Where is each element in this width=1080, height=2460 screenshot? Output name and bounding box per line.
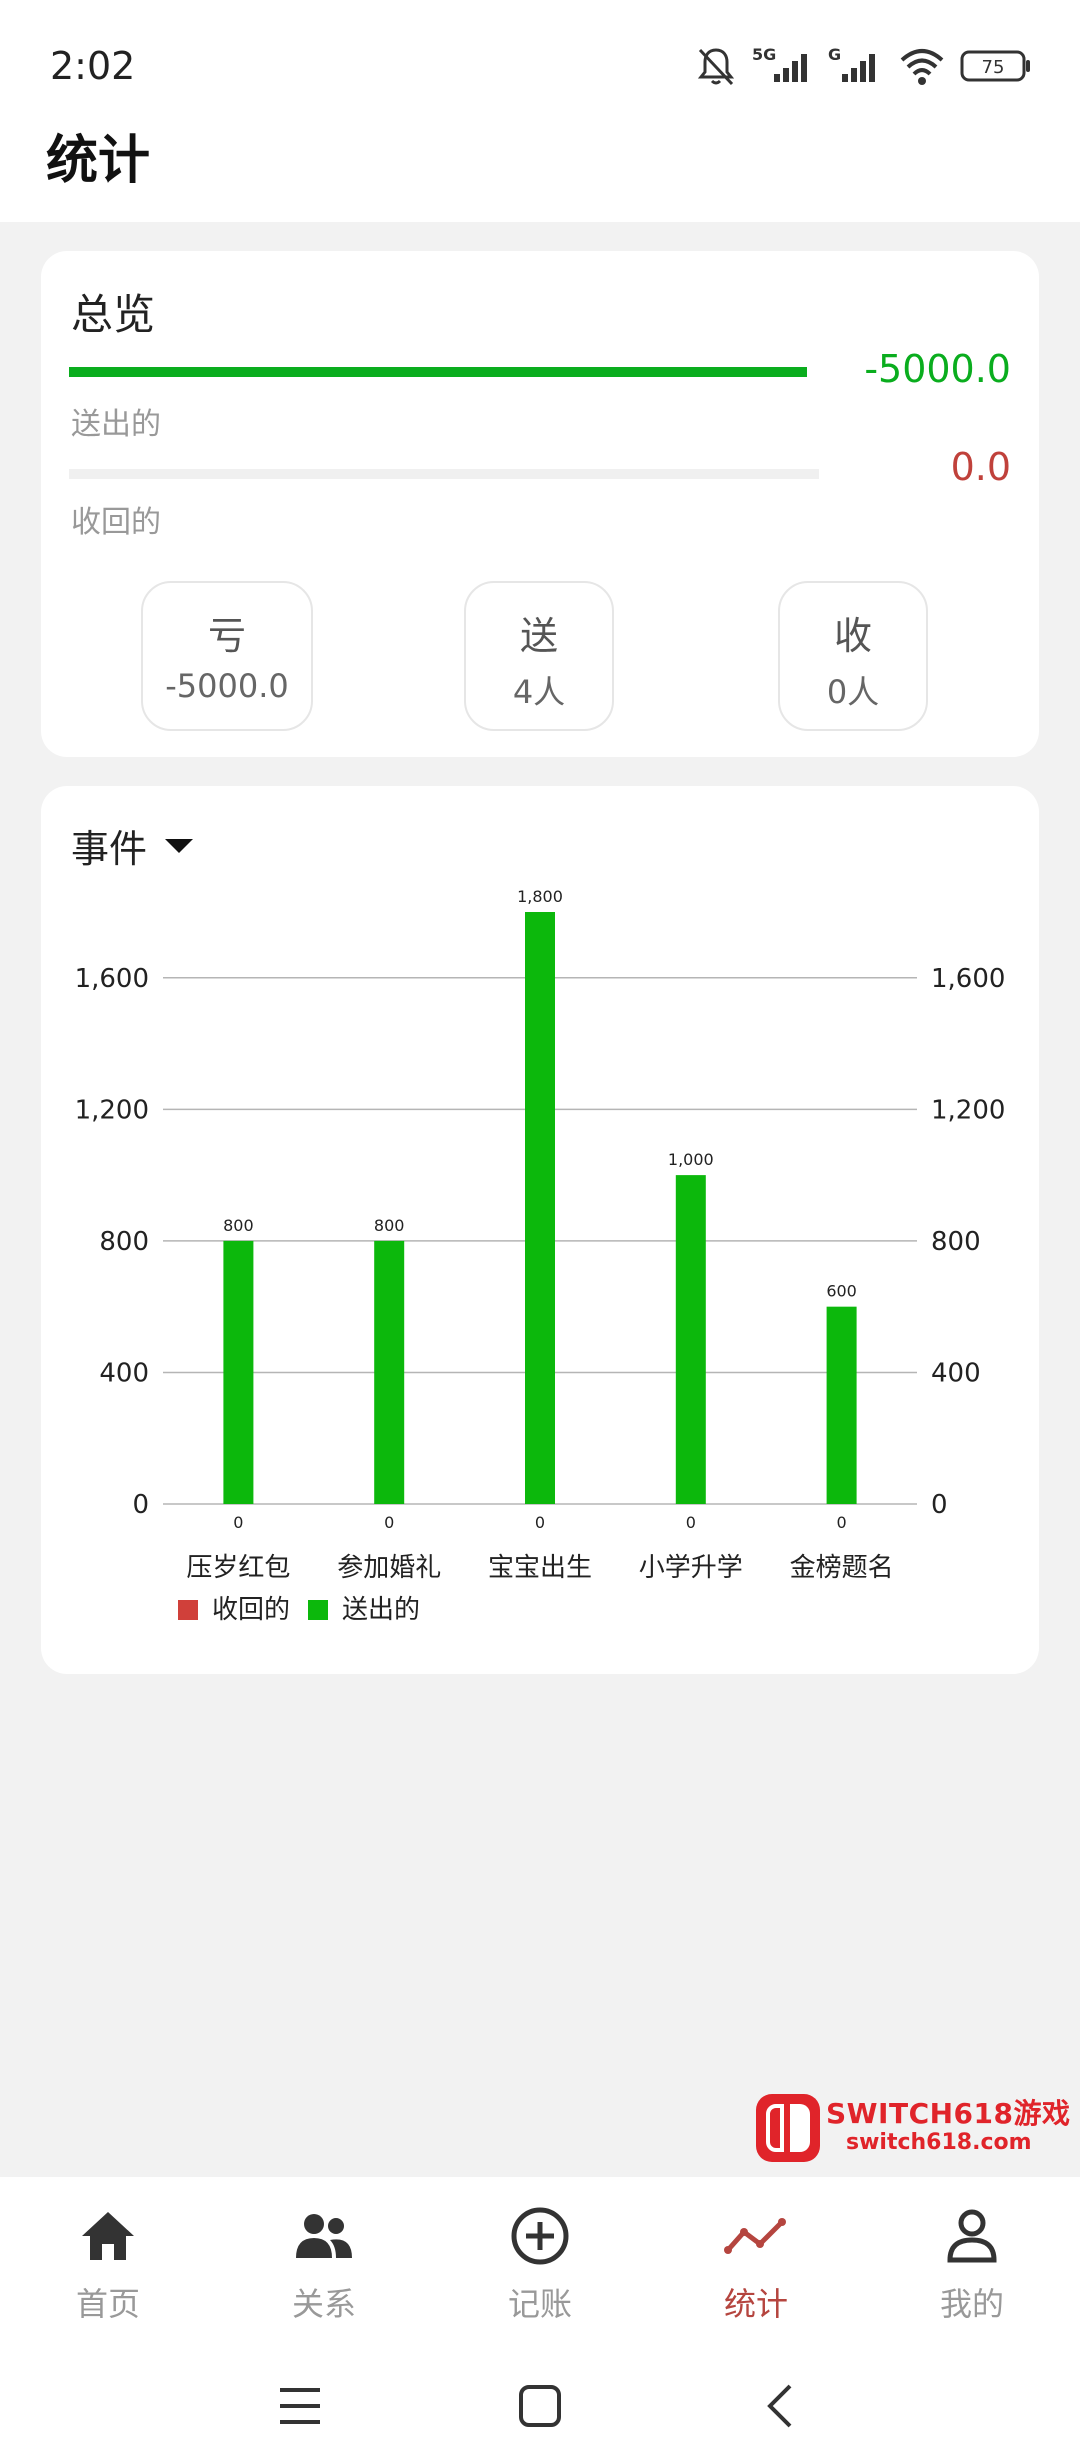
x-category-label: 压岁红包 [186,1553,290,1583]
received-progress-bar [69,469,819,479]
overview-title: 总览 [71,290,156,339]
received-data-label: 0 [837,1513,847,1532]
bar-sent [675,1175,706,1504]
legend-swatch [308,1600,328,1620]
square-icon [519,2385,561,2427]
bottom-navigation: 首页 关系 记账 统计 我的 [0,2177,1080,2460]
x-category-label: 金榜题名 [790,1553,894,1583]
y-tick-label-right: 800 [931,1227,981,1257]
add-circle-icon [460,2201,620,2271]
wifi-icon [900,49,944,85]
event-chart-card: 事件 0 0 400 400 800 800 1,200 1,200 1,600 1,600 800… [41,786,1039,1674]
person-icon [892,2201,1052,2271]
bar-data-label: 1,000 [668,1150,714,1169]
net1-text: 5G [752,45,776,64]
page-title: 统计 [46,131,151,191]
y-tick-label-left: 0 [132,1490,149,1520]
stat-received-value: 0人 [826,673,880,711]
status-time: 2:02 [50,44,136,88]
received-data-label: 0 [233,1513,243,1532]
sent-progress-fill [69,367,807,377]
mute-bell-icon [697,48,735,86]
stat-sent-title: 送 [519,614,558,658]
watermark-line1: SWITCH618游戏 [826,2097,1071,2130]
y-tick-label-right: 1,600 [931,964,1005,994]
net2-text: G [828,45,841,64]
received-data-label: 0 [535,1513,545,1532]
switch-logo-icon [756,2094,820,2162]
stat-sent-box[interactable]: 送 4人 [464,581,614,731]
bar-sent [374,1240,405,1504]
battery-level-text: 75 [982,57,1005,78]
nav-mine-label: 我的 [939,2285,1004,2323]
people-icon [244,2201,404,2271]
top-bar [0,0,1080,222]
battery-icon: 75 [960,50,1030,82]
home-icon [28,2201,188,2271]
nav-relations-label: 关系 [291,2285,356,2323]
signal-5g-icon: 5G [752,45,807,82]
y-tick-label-left: 800 [99,1227,149,1257]
stat-balance-value: -5000.0 [165,667,289,705]
nav-record-label: 记账 [507,2285,572,2323]
back-button[interactable] [735,2375,825,2437]
stat-received-title: 收 [833,614,872,658]
chart-line-icon [676,2201,836,2271]
nav-statistics-label: 统计 [723,2285,788,2323]
y-tick-label-left: 400 [99,1358,149,1388]
sent-label: 送出的 [71,407,161,442]
event-bar-chart: 0 0 400 400 800 800 1,200 1,200 1,600 1,600 800 0 压岁… [75,887,1006,1625]
bar-data-label: 800 [223,1216,254,1235]
received-data-label: 0 [384,1513,394,1532]
x-category-label: 小学升学 [639,1553,743,1583]
watermark: SWITCH618游戏 switch618.com [756,2090,1070,2166]
legend-label: 收回的 [212,1595,290,1625]
bar-data-label: 600 [826,1282,857,1301]
nav-home[interactable]: 首页 [28,2201,188,2325]
x-category-label: 宝宝出生 [488,1553,592,1583]
home-button[interactable] [495,2375,585,2437]
received-data-label: 0 [686,1513,696,1532]
bar-sent [525,912,555,1504]
bar-sent [223,1240,254,1504]
menu-lines-icon [280,2388,320,2424]
nav-home-label: 首页 [75,2285,140,2323]
x-category-label: 参加婚礼 [337,1553,441,1583]
back-chevron-icon [767,2384,792,2428]
y-tick-label-right: 400 [931,1358,981,1388]
received-label: 收回的 [71,505,161,540]
recents-button[interactable] [255,2375,345,2437]
y-tick-label-right: 1,200 [931,1095,1005,1125]
nav-record[interactable]: 记账 [460,2201,620,2325]
legend-swatch [178,1600,198,1620]
y-tick-label-left: 1,200 [75,1095,149,1125]
stat-balance-title: 亏 [207,614,246,658]
nav-statistics[interactable]: 统计 [676,2201,836,2325]
nav-relations[interactable]: 关系 [244,2201,404,2325]
status-icons: 5G G 75 [694,44,1032,88]
sent-total-value: -5000.0 [864,347,1011,391]
signal-g-icon: G [828,45,875,82]
nav-mine[interactable]: 我的 [892,2201,1052,2325]
sent-progress-bar [69,367,807,377]
overview-card: 总览 -5000.0 送出的 0.0 收回的 亏 -5000.0 送 4人 收 … [41,251,1039,757]
received-total-value: 0.0 [950,445,1011,489]
stat-balance-box[interactable]: 亏 -5000.0 [141,581,313,731]
bar-sent [826,1306,857,1504]
y-tick-label-right: 0 [931,1490,948,1520]
y-tick-label-left: 1,600 [75,964,149,994]
bar-data-label: 800 [374,1216,405,1235]
watermark-line2: switch618.com [846,2130,1032,2155]
legend-label: 送出的 [342,1595,420,1625]
bar-data-label: 1,800 [517,887,563,906]
stat-received-box[interactable]: 收 0人 [778,581,928,731]
stat-sent-value: 4人 [512,673,566,711]
